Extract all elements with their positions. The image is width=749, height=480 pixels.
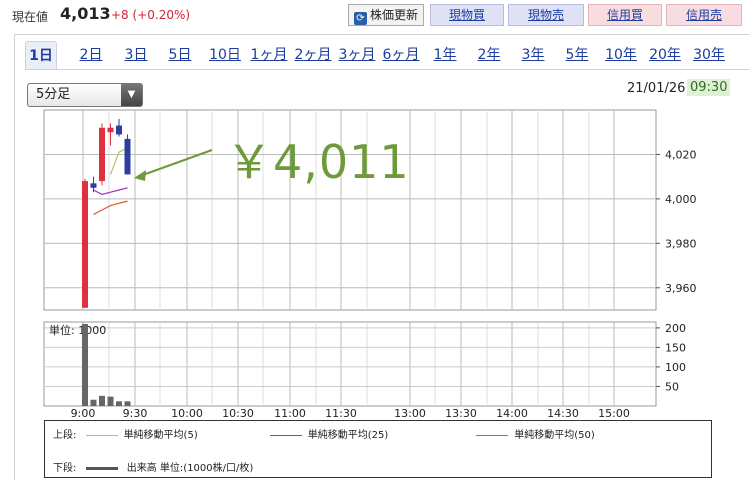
x-tick-label: 15:00 xyxy=(598,407,630,420)
legend-volume-label: 出来高 単位:(1000株/口/枚) xyxy=(126,463,254,474)
legend-upper-label: 上段: xyxy=(53,430,77,441)
volume-bar xyxy=(99,395,105,406)
price-tick-label: 4,020 xyxy=(665,148,697,161)
legend-lower-row: 下段: 出来高 単位:(1000株/口/枚) xyxy=(53,459,253,474)
candle-body xyxy=(107,127,114,133)
price-tick-label: 3,960 xyxy=(665,282,697,295)
candle-body xyxy=(116,125,122,135)
price-tick-label: 4,000 xyxy=(665,193,697,206)
volume-plot-frame xyxy=(43,321,657,407)
candle-body xyxy=(90,183,97,188)
chart-legend: 上段: 単純移動平均(5) 単純移動平均(25) 単純移動平均(50) 下段: 出来… xyxy=(44,420,712,478)
volume-tick-label: 50 xyxy=(665,380,679,393)
legend-sma-swatch-2 xyxy=(269,434,302,436)
price-chart: 9:00 9:30 10:00 10:30 11:00 11:30 13:00 13:30 14… xyxy=(43,109,697,420)
x-tick-label: 11:30 xyxy=(325,407,357,420)
candle-body xyxy=(124,138,131,175)
x-tick-label: 9:00 xyxy=(71,407,96,420)
x-tick-label: 10:00 xyxy=(171,407,203,420)
volume-bar xyxy=(82,323,88,406)
legend-sma-label-1: 単純移動平均(5) xyxy=(123,430,198,441)
legend-sma-label-2: 単純移動平均(25) xyxy=(307,430,389,441)
x-tick-label: 11:00 xyxy=(274,407,306,420)
volume-tick-label: 200 xyxy=(665,322,686,335)
volume-tick-label: 150 xyxy=(665,341,686,354)
volume-bar xyxy=(90,399,97,406)
x-tick-label: 14:00 xyxy=(496,407,528,420)
x-tick-label: 9:30 xyxy=(123,407,148,420)
legend-sma-swatch-1 xyxy=(85,434,118,436)
volume-tick-label: 100 xyxy=(665,361,686,374)
volume-bar xyxy=(107,396,114,406)
volume-bar xyxy=(124,401,131,406)
x-tick-label: 14:30 xyxy=(547,407,579,420)
volume-unit-label: 単位: 1000 xyxy=(49,323,106,337)
x-tick-label: 13:00 xyxy=(394,407,426,420)
candle-body xyxy=(82,181,88,308)
price-annotation: ￥4,011 xyxy=(226,135,410,189)
x-tick-label: 10:30 xyxy=(222,407,254,420)
legend-sma-swatch-3 xyxy=(476,434,509,436)
x-tick-label: 13:30 xyxy=(445,407,477,420)
candle-body xyxy=(99,127,105,182)
volume-bar xyxy=(116,401,122,406)
legend-volume-swatch xyxy=(85,466,118,470)
legend-sma-label-3: 単純移動平均(50) xyxy=(514,430,595,441)
legend-upper-row: 上段: 単純移動平均(5) 単純移動平均(25) 単純移動平均(50) xyxy=(53,426,677,441)
legend-lower-label: 下段: xyxy=(53,463,77,474)
price-tick-label: 3,980 xyxy=(665,237,697,250)
